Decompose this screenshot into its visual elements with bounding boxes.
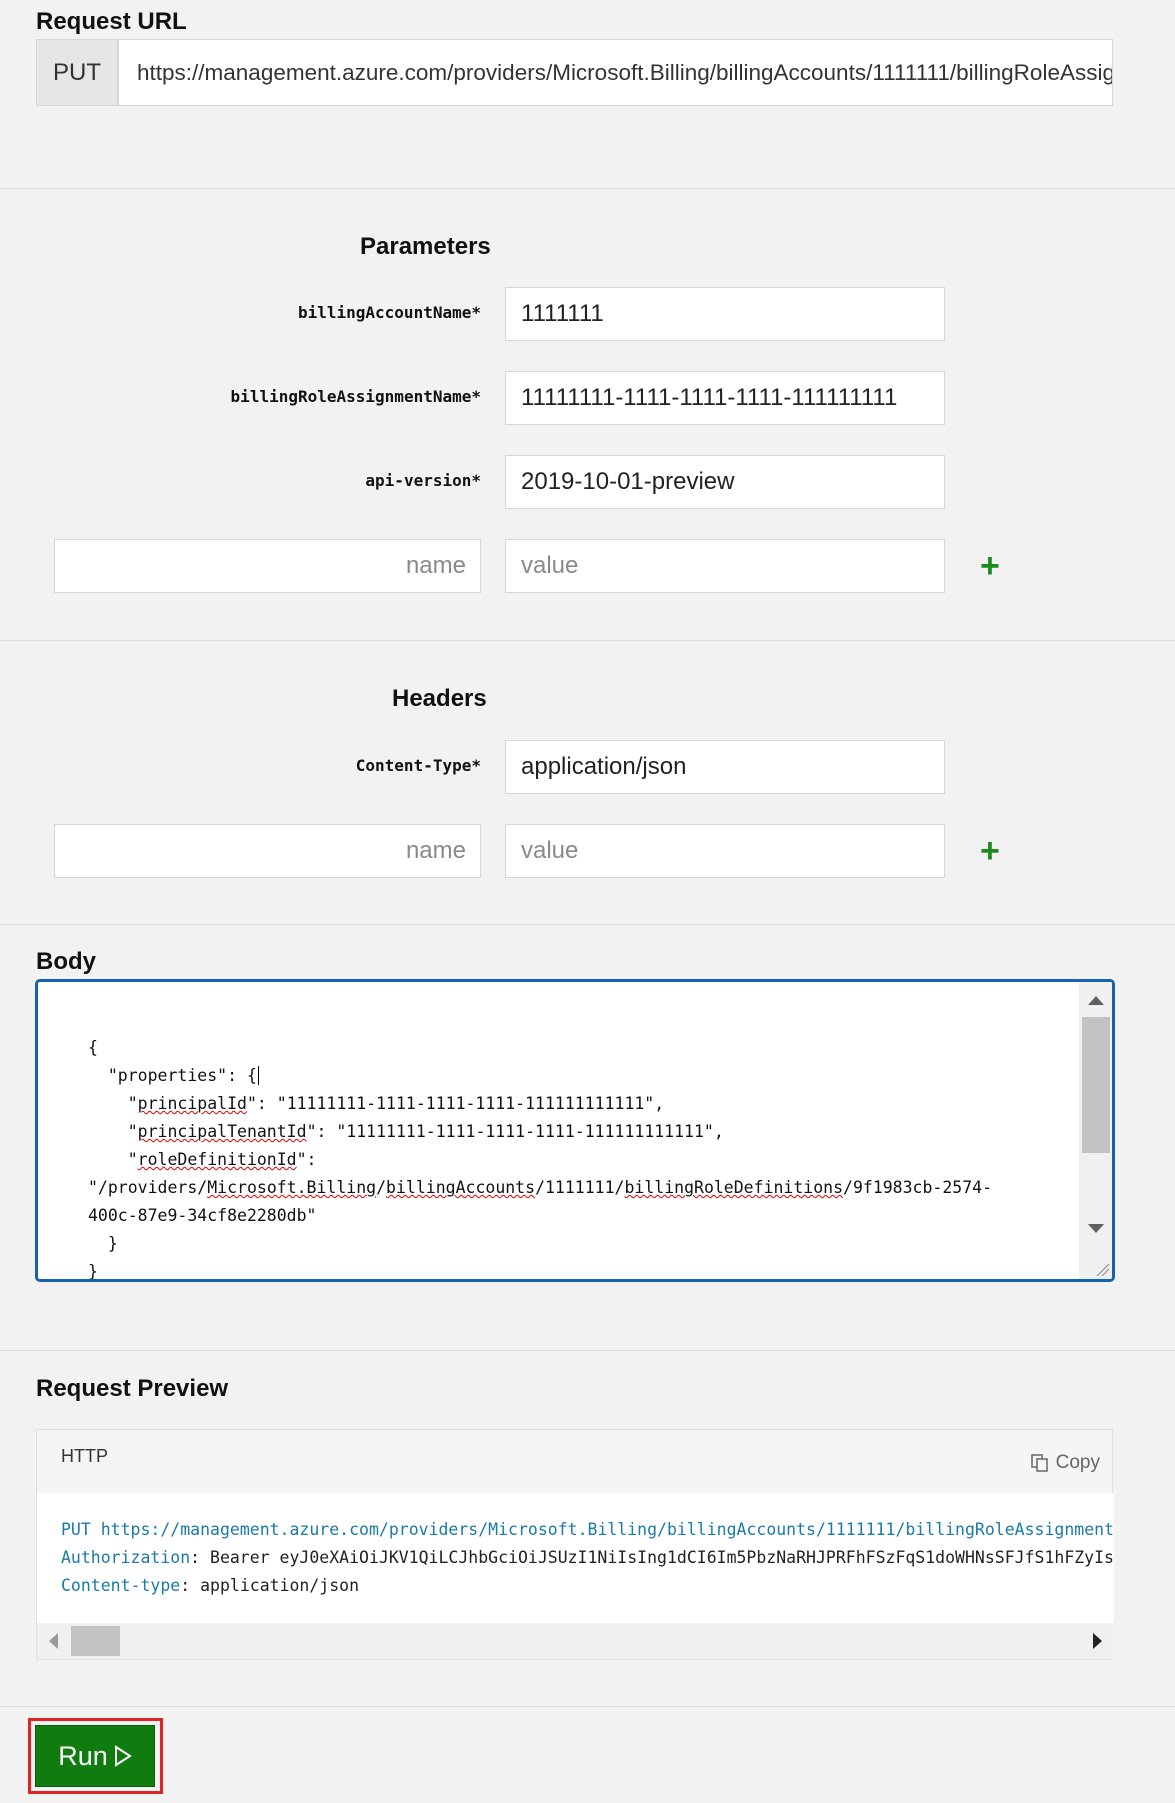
body-line-2: "properties": { (88, 1066, 259, 1085)
preview-tab-http[interactable]: HTTP (61, 1446, 108, 1467)
param-label-billing-role-assignment-name: billingRoleAssignmentName* (230, 387, 481, 406)
headers-title: Headers (392, 685, 487, 712)
run-label: Run (58, 1740, 108, 1771)
resize-grip-icon[interactable] (1094, 1261, 1110, 1277)
preview-scroll-thumb[interactable] (71, 1626, 120, 1656)
preview-horizontal-scrollbar[interactable] (37, 1623, 1114, 1659)
body-line-8: } (88, 1234, 118, 1253)
header-new-value-input[interactable]: value (505, 824, 945, 878)
divider-2 (0, 640, 1175, 641)
scroll-left-arrow-icon[interactable] (49, 1633, 58, 1649)
body-title: Body (36, 948, 96, 975)
preview-line-3: Content-type: application/json (61, 1576, 360, 1595)
request-preview-title: Request Preview (36, 1375, 229, 1402)
divider-4 (0, 1350, 1175, 1351)
request-preview-panel: HTTP Copy PUT https://management.azure.c… (36, 1429, 1114, 1660)
run-button[interactable]: Run (35, 1725, 155, 1787)
param-new-name-input[interactable]: name (54, 539, 481, 593)
divider-1 (0, 188, 1175, 189)
parameters-title: Parameters (360, 233, 491, 260)
preview-code-area: PUT https://management.azure.com/provide… (37, 1493, 1114, 1623)
divider-3 (0, 924, 1175, 925)
param-label-billing-account-name: billingAccountName* (297, 303, 481, 322)
body-line-5: "roleDefinitionId": (88, 1150, 317, 1169)
play-icon (114, 1745, 132, 1767)
header-new-name-input[interactable]: name (54, 824, 481, 878)
body-line-1: { (88, 1038, 98, 1057)
scroll-down-arrow-icon[interactable] (1088, 1224, 1104, 1233)
copy-label: Copy (1055, 1452, 1100, 1473)
body-editor[interactable]: { "properties": { "principalId": "111111… (35, 979, 1115, 1282)
method-badge: PUT (36, 39, 118, 106)
body-line-9: } (88, 1262, 98, 1281)
request-url-field[interactable]: https://management.azure.com/providers/M… (118, 39, 1113, 106)
copy-button[interactable]: Copy (1030, 1452, 1100, 1474)
param-label-api-version: api-version* (365, 471, 481, 490)
body-line-3: "principalId": "11111111-1111-1111-1111-… (88, 1094, 665, 1113)
body-scroll-thumb[interactable] (1082, 1017, 1110, 1153)
preview-line-2: Authorization: Bearer eyJ0eXAiOiJKV1QiLC… (61, 1548, 1114, 1567)
param-api-version-input[interactable]: 2019-10-01-preview (505, 455, 945, 509)
add-parameter-plus-icon[interactable]: + (980, 549, 1000, 583)
body-line-4: "principalTenantId": "11111111-1111-1111… (88, 1122, 724, 1141)
body-line-7: 400c-87e9-34cf8e2280db" (88, 1206, 317, 1225)
request-url-title: Request URL (36, 8, 187, 35)
param-billing-role-assignment-name-input[interactable]: 11111111-1111-1111-1111-111111111 (505, 371, 945, 425)
header-content-type-input[interactable]: application/json (505, 740, 945, 794)
scroll-right-arrow-icon[interactable] (1093, 1633, 1102, 1649)
copy-icon (1030, 1454, 1048, 1472)
preview-line-1: PUT https://management.azure.com/provide… (61, 1520, 1114, 1539)
body-line-6: "/providers/Microsoft.Billing/billingAcc… (88, 1178, 993, 1197)
param-billing-account-name-input[interactable]: 1111111 (505, 287, 945, 341)
header-label-content-type: Content-Type* (355, 756, 481, 775)
body-vertical-scrollbar[interactable] (1079, 982, 1112, 1279)
scroll-up-arrow-icon[interactable] (1088, 996, 1104, 1005)
param-new-value-input[interactable]: value (505, 539, 945, 593)
divider-5 (0, 1706, 1175, 1707)
method-label: PUT (53, 58, 101, 86)
add-header-plus-icon[interactable]: + (980, 834, 1000, 868)
